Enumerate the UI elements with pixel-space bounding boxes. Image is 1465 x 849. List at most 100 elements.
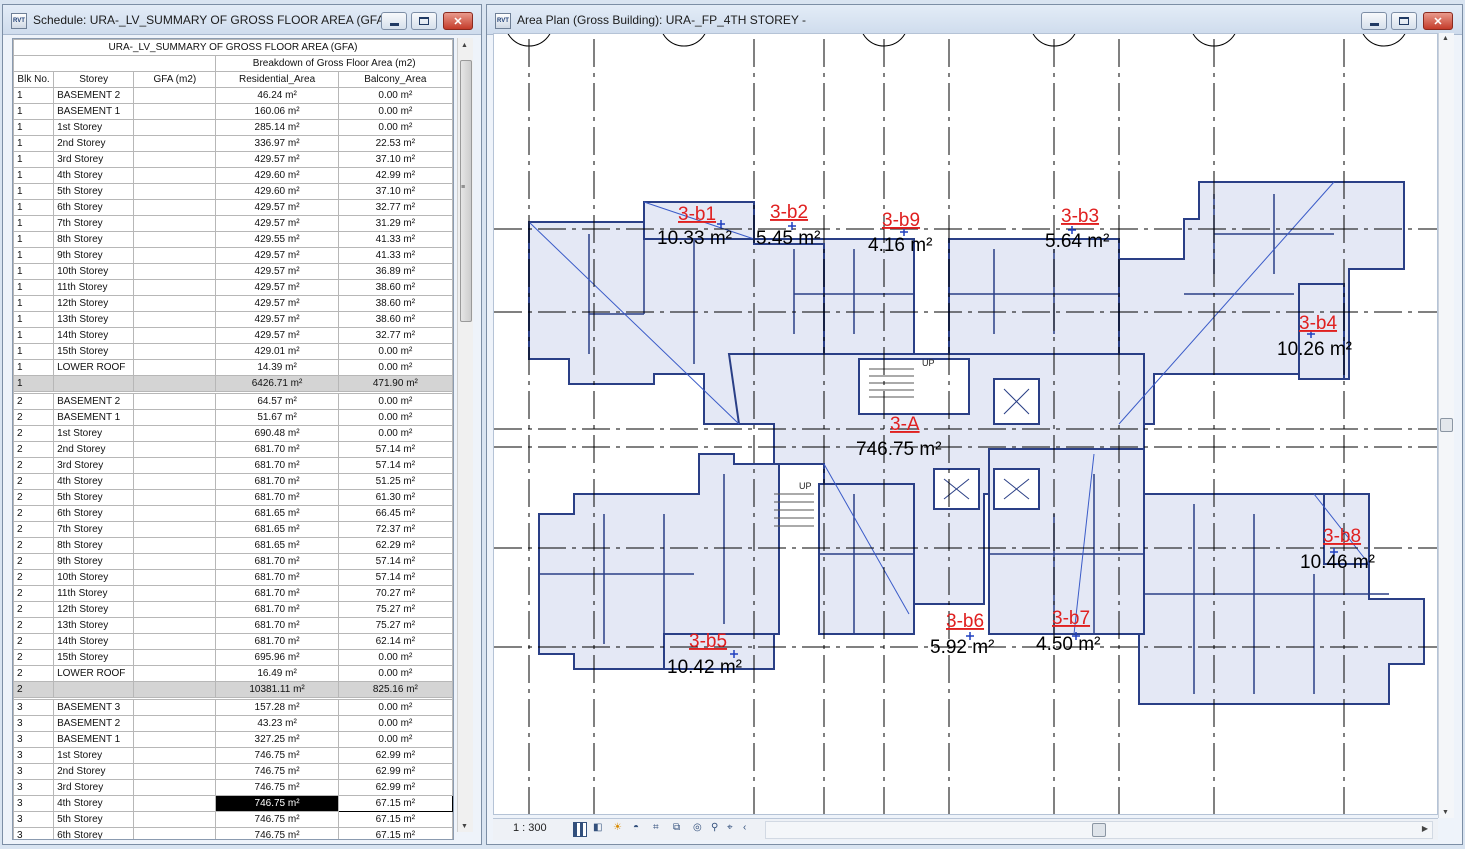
cell-blk-no[interactable]: 2: [13, 441, 55, 458]
cell-storey[interactable]: LOWER ROOF: [53, 359, 135, 376]
view-scale[interactable]: 1 : 300: [513, 822, 547, 837]
cell-storey[interactable]: 6th Storey: [53, 199, 135, 216]
cell-residential-area[interactable]: 429.60 m²: [215, 183, 339, 200]
visual-style-icon[interactable]: ◧: [593, 822, 602, 837]
cell-residential-area[interactable]: 690.48 m²: [215, 425, 339, 442]
cell-blk-no[interactable]: 1: [13, 167, 55, 184]
cell-storey[interactable]: 8th Storey: [53, 537, 135, 554]
cell-gfa[interactable]: [133, 279, 217, 296]
cell-gfa[interactable]: [133, 617, 217, 634]
cell-residential-area[interactable]: 43.23 m²: [215, 715, 339, 732]
cell-balcony-area[interactable]: 51.25 m²: [337, 473, 453, 490]
cell-storey[interactable]: 2nd Storey: [53, 763, 135, 780]
cell-balcony-area[interactable]: 825.16 m²: [337, 681, 453, 698]
cell-blk-no[interactable]: 3: [13, 699, 55, 716]
cell-balcony-area[interactable]: 0.00 m²: [337, 665, 453, 682]
cell-blk-no[interactable]: 1: [13, 343, 55, 360]
scroll-down-arrow-icon[interactable]: ▼: [1442, 809, 1449, 816]
cell-balcony-area[interactable]: 75.27 m²: [337, 617, 453, 634]
column-header-residential[interactable]: Residential_Area: [215, 71, 339, 88]
highlight-displacement-icon[interactable]: ‹: [743, 822, 746, 837]
scroll-right-arrow-icon[interactable]: ▶: [1422, 824, 1428, 833]
cell-gfa[interactable]: [133, 633, 217, 650]
cell-residential-area[interactable]: 429.57 m²: [215, 247, 339, 264]
cell-blk-no[interactable]: 3: [13, 779, 55, 796]
cell-storey[interactable]: 5th Storey: [53, 811, 135, 828]
cell-gfa[interactable]: [133, 295, 217, 312]
cell-residential-area[interactable]: 746.75 m²: [215, 763, 339, 780]
scroll-up-arrow-icon[interactable]: ▲: [1442, 35, 1449, 42]
column-header-storey[interactable]: Storey: [53, 71, 135, 88]
cell-storey[interactable]: 13th Storey: [53, 617, 135, 634]
cell-gfa[interactable]: [133, 263, 217, 280]
cell-blk-no[interactable]: 2: [13, 633, 55, 650]
cell-blk-no[interactable]: 1: [13, 231, 55, 248]
cell-balcony-area[interactable]: 0.00 m²: [337, 359, 453, 376]
cell-blk-no[interactable]: 1: [13, 311, 55, 328]
cell-balcony-area[interactable]: 57.14 m²: [337, 553, 453, 570]
cell-balcony-area[interactable]: 31.29 m²: [337, 215, 453, 232]
cell-gfa[interactable]: [133, 167, 217, 184]
cell-residential-area[interactable]: 681.65 m²: [215, 505, 339, 522]
cell-storey[interactable]: 5th Storey: [53, 489, 135, 506]
cell-blk-no[interactable]: 2: [13, 681, 55, 698]
cell-storey[interactable]: 12th Storey: [53, 601, 135, 618]
cell-balcony-area[interactable]: 0.00 m²: [337, 715, 453, 732]
cell-gfa[interactable]: [133, 811, 217, 828]
analytical-model-icon[interactable]: ⌖: [727, 822, 733, 837]
cell-blk-no[interactable]: 1: [13, 247, 55, 264]
cell-storey[interactable]: 14th Storey: [53, 633, 135, 650]
cell-blk-no[interactable]: 3: [13, 731, 55, 748]
sun-path-icon[interactable]: ☀: [613, 822, 622, 837]
cell-balcony-area[interactable]: 61.30 m²: [337, 489, 453, 506]
cell-gfa[interactable]: [133, 731, 217, 748]
cell-gfa[interactable]: [133, 827, 217, 839]
cell-storey[interactable]: BASEMENT 2: [53, 87, 135, 104]
cell-residential-area[interactable]: 429.57 m²: [215, 279, 339, 296]
cell-gfa[interactable]: [133, 699, 217, 716]
cell-blk-no[interactable]: 3: [13, 811, 55, 828]
schedule-vertical-scrollbar[interactable]: ▲ ≡ ▼: [457, 38, 473, 832]
horizontal-scrollbar[interactable]: ▶: [765, 821, 1433, 839]
cell-blk-no[interactable]: 1: [13, 263, 55, 280]
cell-residential-area[interactable]: 336.97 m²: [215, 135, 339, 152]
cell-gfa[interactable]: [133, 393, 217, 410]
cell-storey[interactable]: LOWER ROOF: [53, 665, 135, 682]
minimize-button[interactable]: [1361, 12, 1387, 30]
area-tag-name[interactable]: 3-b7: [1052, 608, 1090, 629]
area-tag-name[interactable]: 3-b2: [770, 202, 808, 223]
cell-storey[interactable]: 6th Storey: [53, 827, 135, 839]
cell-gfa[interactable]: [133, 473, 217, 490]
cell-storey[interactable]: 7th Storey: [53, 521, 135, 538]
cell-storey[interactable]: 9th Storey: [53, 553, 135, 570]
cell-balcony-area[interactable]: 62.99 m²: [337, 763, 453, 780]
cell-blk-no[interactable]: 1: [13, 279, 55, 296]
cell-blk-no[interactable]: 3: [13, 763, 55, 780]
cell-residential-area[interactable]: 746.75 m²: [215, 779, 339, 796]
cell-blk-no[interactable]: 2: [13, 601, 55, 618]
minimize-button[interactable]: [381, 12, 407, 30]
cell-blk-no[interactable]: 2: [13, 489, 55, 506]
cell-gfa[interactable]: [133, 553, 217, 570]
cell-balcony-area[interactable]: 67.15 m²: [337, 795, 453, 812]
cell-balcony-area[interactable]: 0.00 m²: [337, 103, 453, 120]
column-header-gfa[interactable]: GFA (m2): [133, 71, 217, 88]
cell-gfa[interactable]: [133, 231, 217, 248]
cell-balcony-area[interactable]: 0.00 m²: [337, 119, 453, 136]
cell-balcony-area[interactable]: 36.89 m²: [337, 263, 453, 280]
cell-gfa[interactable]: [133, 601, 217, 618]
cell-residential-area[interactable]: 681.70 m²: [215, 633, 339, 650]
cell-balcony-area[interactable]: 37.10 m²: [337, 183, 453, 200]
cell-balcony-area[interactable]: 67.15 m²: [337, 811, 453, 828]
cell-blk-no[interactable]: 2: [13, 569, 55, 586]
detail-level-icon[interactable]: [573, 822, 587, 837]
cell-gfa[interactable]: [133, 183, 217, 200]
cell-residential-area[interactable]: 681.70 m²: [215, 457, 339, 474]
cell-storey[interactable]: 15th Storey: [53, 343, 135, 360]
cell-storey[interactable]: BASEMENT 1: [53, 409, 135, 426]
cell-balcony-area[interactable]: 67.15 m²: [337, 827, 453, 839]
cell-storey[interactable]: BASEMENT 1: [53, 731, 135, 748]
cell-gfa[interactable]: [133, 665, 217, 682]
cell-residential-area[interactable]: 681.70 m²: [215, 569, 339, 586]
cell-storey[interactable]: 1st Storey: [53, 425, 135, 442]
